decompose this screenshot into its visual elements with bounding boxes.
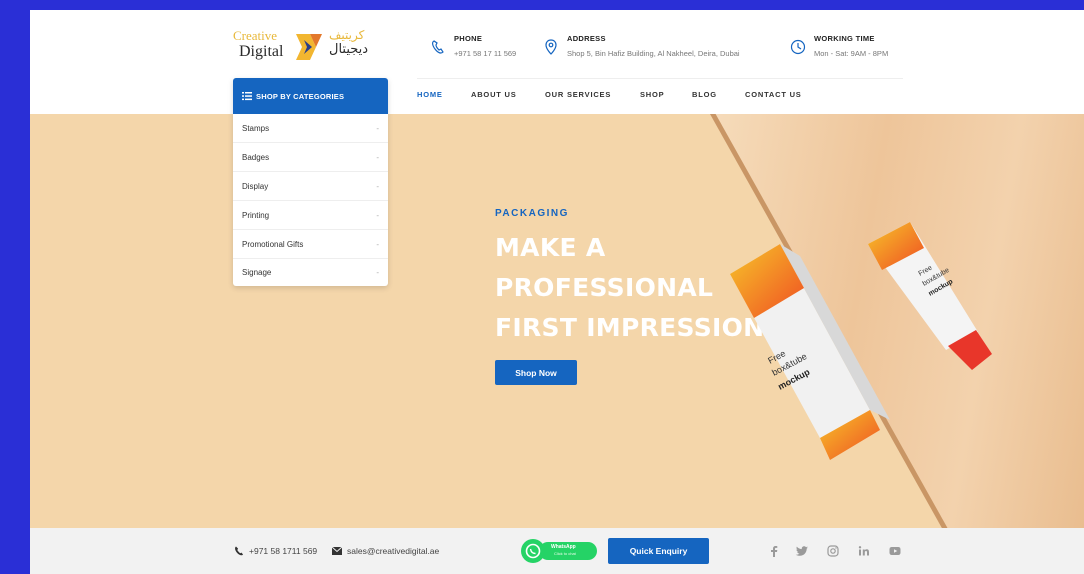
logo-mark-icon — [296, 34, 322, 60]
chevron-icon: - — [376, 153, 379, 162]
category-label: Printing — [242, 211, 270, 220]
hero-product-image: Free box&tube mockup Free box&tube mocku… — [730, 222, 992, 460]
phone-icon — [235, 546, 243, 556]
logo-text-arabic-1: كريتيف — [329, 28, 365, 42]
categories-header[interactable]: SHOP BY CATEGORIES — [233, 78, 388, 114]
whatsapp-button[interactable]: WhatsApp Click to chat — [521, 539, 597, 563]
address-value: Shop 5, Bin Hafiz Building, Al Nakheel, … — [567, 49, 740, 58]
chevron-icon: - — [376, 240, 379, 249]
category-label: Stamps — [242, 124, 270, 133]
address-title: ADDRESS — [567, 34, 606, 43]
site-header: Creative Digital كريتيف ديجيتال PHONE +9… — [30, 10, 1084, 114]
twitter-icon[interactable] — [795, 544, 809, 558]
chevron-icon: - — [376, 268, 379, 277]
instagram-icon[interactable] — [826, 544, 840, 558]
logo-text-creative: Creative — [233, 28, 278, 43]
logo-text-arabic-2: ديجيتال — [329, 42, 369, 57]
phone-value[interactable]: +971 58 17 11 569 — [454, 49, 516, 58]
footer-phone[interactable]: +971 58 1711 569 — [249, 546, 317, 556]
working-time-value: Mon - Sat: 9AM - 8PM — [814, 49, 889, 58]
quick-enquiry-button[interactable]: Quick Enquiry — [608, 538, 709, 564]
category-stamps[interactable]: Stamps - — [233, 114, 388, 143]
location-pin-icon — [545, 39, 557, 55]
nav-contact-us[interactable]: CONTACT US — [745, 90, 802, 99]
hero-kicker: PACKAGING — [495, 208, 569, 219]
phone-icon — [432, 40, 444, 54]
category-label: Badges — [242, 153, 270, 162]
categories-title: SHOP BY CATEGORIES — [256, 92, 345, 101]
contact-bar: +971 58 1711 569 sales@creativedigital.a… — [30, 528, 1084, 574]
linkedin-icon[interactable] — [857, 544, 871, 558]
nav-our-services[interactable]: OUR SERVICES — [545, 90, 611, 99]
category-printing[interactable]: Printing - — [233, 201, 388, 230]
chevron-icon: - — [376, 182, 379, 191]
whatsapp-icon — [521, 539, 545, 563]
site-logo[interactable]: Creative Digital كريتيف ديجيتال — [233, 28, 383, 68]
nav-blog[interactable]: BLOG — [692, 90, 717, 99]
category-label: Signage — [242, 268, 272, 277]
clock-icon — [790, 39, 806, 55]
nav-shop[interactable]: SHOP — [640, 90, 664, 99]
tube-mockup: Free box&tube mockup — [868, 222, 992, 370]
working-time-title: WORKING TIME — [814, 34, 875, 43]
logo-text-digital: Digital — [239, 43, 284, 60]
chevron-icon: - — [376, 124, 379, 133]
email-icon — [332, 547, 342, 555]
nav-divider — [417, 78, 903, 79]
whatsapp-label: WhatsApp — [551, 544, 576, 550]
nav-about-us[interactable]: ABOUT US — [471, 90, 517, 99]
shop-by-categories-menu: SHOP BY CATEGORIES Stamps - Badges - Dis… — [233, 78, 388, 286]
category-signage[interactable]: Signage - — [233, 258, 388, 287]
list-icon — [242, 92, 252, 101]
category-promotional-gifts[interactable]: Promotional Gifts - — [233, 230, 388, 259]
category-label: Display — [242, 182, 269, 191]
footer-email[interactable]: sales@creativedigital.ae — [347, 546, 439, 556]
category-label: Promotional Gifts — [242, 240, 304, 249]
phone-title: PHONE — [454, 34, 483, 43]
website-frame: Creative Digital كريتيف ديجيتال PHONE +9… — [30, 10, 1084, 574]
category-badges[interactable]: Badges - — [233, 143, 388, 172]
youtube-icon[interactable] — [888, 544, 902, 558]
hero-banner: PACKAGING MAKE A PROFESSIONAL FIRST IMPR… — [30, 114, 1084, 528]
nav-home[interactable]: HOME — [417, 90, 443, 99]
category-display[interactable]: Display - — [233, 172, 388, 201]
box-mockup: Free box&tube mockup — [730, 244, 890, 460]
facebook-icon[interactable] — [767, 544, 781, 558]
whatsapp-sublabel: Click to chat — [554, 551, 576, 556]
shop-now-button[interactable]: Shop Now — [495, 360, 577, 385]
chevron-icon: - — [376, 211, 379, 220]
